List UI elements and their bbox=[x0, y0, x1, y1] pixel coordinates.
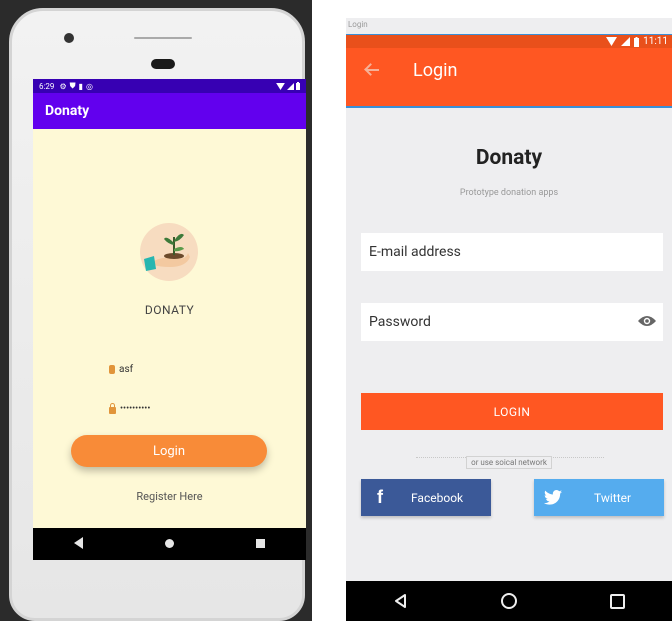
status-time: 6:29 bbox=[39, 81, 55, 91]
email-field[interactable] bbox=[361, 233, 663, 271]
facebook-icon: f bbox=[377, 487, 383, 507]
nav-home-button[interactable] bbox=[489, 593, 529, 609]
logo-label: DONATY bbox=[144, 303, 195, 317]
right-mockup: Login 11:11 Login Donaty Prototype donat… bbox=[346, 18, 672, 621]
battery-icon bbox=[296, 82, 300, 90]
login-button[interactable]: Login bbox=[71, 435, 267, 467]
right-nav-bar bbox=[346, 581, 672, 621]
earpiece-speaker bbox=[151, 59, 175, 69]
home-circle-icon bbox=[165, 539, 174, 548]
divider-label: or use soical network bbox=[466, 456, 552, 469]
nav-recents-button[interactable] bbox=[598, 593, 638, 609]
battery-icon bbox=[634, 36, 640, 47]
front-camera bbox=[64, 33, 74, 43]
right-toolbar: Login bbox=[346, 48, 672, 108]
nav-home-button[interactable] bbox=[150, 537, 190, 551]
home-circle-icon bbox=[500, 593, 517, 609]
left-nav-bar bbox=[33, 528, 306, 560]
username-field[interactable]: asf bbox=[109, 364, 133, 375]
eye-icon[interactable] bbox=[638, 315, 656, 327]
login-button[interactable]: LOGIN bbox=[361, 393, 663, 430]
plant-in-hand-icon bbox=[140, 223, 198, 281]
recents-square-icon bbox=[610, 593, 626, 609]
right-status-bar: 11:11 bbox=[346, 34, 672, 48]
toolbar-title: Login bbox=[413, 60, 458, 81]
twitter-label: Twitter bbox=[594, 490, 632, 505]
app-bar-title: Donaty bbox=[45, 103, 90, 119]
register-link[interactable]: Register Here bbox=[33, 490, 306, 503]
wifi-icon bbox=[606, 37, 618, 46]
app-subtitle: Prototype donation apps bbox=[459, 188, 559, 198]
recents-square-icon bbox=[256, 539, 265, 548]
sd-card-icon: ▮ bbox=[78, 81, 84, 91]
password-field[interactable]: •••••••••• bbox=[109, 403, 150, 414]
mockup-caption: Login bbox=[348, 20, 368, 29]
left-phone-screen: 6:29 ⚙ ⛊ ▮ ◎ Donaty DONATY asf •••••••••… bbox=[33, 79, 306, 560]
wifi-icon bbox=[276, 82, 285, 90]
user-icon bbox=[109, 365, 115, 374]
lock-icon bbox=[109, 403, 116, 414]
password-value[interactable]: •••••••••• bbox=[120, 404, 150, 414]
password-field[interactable] bbox=[361, 303, 663, 341]
social-divider: or use soical network bbox=[346, 450, 672, 469]
signal-icon bbox=[287, 82, 294, 90]
twitter-bird-icon bbox=[534, 490, 572, 505]
gear-icon: ⚙ bbox=[59, 81, 67, 91]
twitter-button[interactable]: Twitter bbox=[534, 479, 664, 516]
nav-back-button[interactable] bbox=[380, 594, 420, 608]
app-title: Donaty bbox=[475, 146, 543, 170]
shield-icon: ⛊ bbox=[69, 81, 76, 90]
left-status-bar: 6:29 ⚙ ⛊ ▮ ◎ bbox=[33, 79, 306, 93]
nav-back-button[interactable] bbox=[59, 536, 99, 552]
facebook-label: Facebook bbox=[411, 490, 464, 505]
left-app-bar: Donaty bbox=[33, 93, 306, 129]
back-triangle-icon bbox=[74, 536, 83, 549]
username-value[interactable]: asf bbox=[119, 364, 133, 375]
arrow-back-icon[interactable] bbox=[364, 62, 380, 78]
left-mockup-background: 6:29 ⚙ ⛊ ▮ ◎ Donaty DONATY asf •••••••••… bbox=[0, 0, 312, 621]
signal-icon bbox=[621, 37, 631, 46]
facebook-button[interactable]: f Facebook bbox=[361, 479, 491, 516]
proximity-sensor bbox=[134, 37, 192, 39]
phone-frame: 6:29 ⚙ ⛊ ▮ ◎ Donaty DONATY asf •••••••••… bbox=[9, 8, 306, 621]
nav-recents-button[interactable] bbox=[241, 537, 281, 551]
sync-icon: ◎ bbox=[86, 81, 93, 91]
back-triangle-icon bbox=[394, 594, 406, 608]
status-time: 11:11 bbox=[643, 36, 668, 47]
